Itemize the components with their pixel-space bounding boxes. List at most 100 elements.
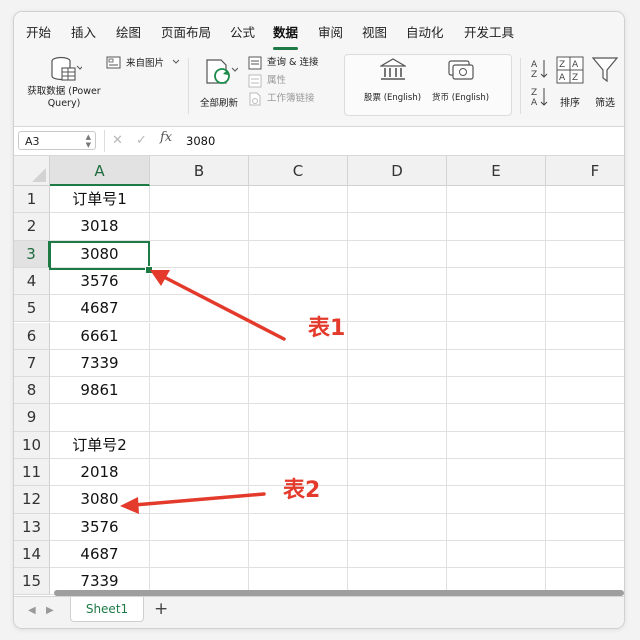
row-header[interactable]: 11 [14,459,50,487]
cell-a[interactable]: 3080 [50,240,150,268]
row-header[interactable]: 15 [14,568,50,596]
fill-handle[interactable] [145,266,153,274]
cell-empty[interactable] [150,431,249,459]
cell-a[interactable]: 4687 [50,295,150,323]
cell-empty[interactable] [546,514,624,541]
cancel-icon[interactable]: ✕ [112,131,123,151]
row-header[interactable]: 14 [14,540,50,569]
row-header[interactable]: 8 [14,377,50,405]
cell-empty[interactable] [348,240,447,268]
cell-empty[interactable] [348,349,447,378]
cell-empty[interactable] [249,377,348,405]
row-header[interactable]: 4 [14,267,50,296]
cell-empty[interactable] [447,377,546,405]
cell-empty[interactable] [447,404,546,432]
cell-empty[interactable] [447,295,546,323]
cell-empty[interactable] [447,213,546,241]
cell-empty[interactable] [150,459,249,487]
cell-empty[interactable] [150,349,249,378]
cell-empty[interactable] [150,295,249,323]
cell-a[interactable]: 6661 [50,322,150,350]
column-header-d[interactable]: D [348,156,447,186]
cell-empty[interactable] [150,213,249,241]
cell-empty[interactable] [249,240,348,268]
cell-empty[interactable] [546,295,624,323]
cell-empty[interactable] [546,350,624,378]
cell-empty[interactable] [447,349,546,378]
cell-empty[interactable] [348,486,447,514]
cell-a[interactable]: 2018 [50,459,150,487]
cell-empty[interactable] [150,267,249,296]
tab-insert[interactable]: 插入 [71,22,96,44]
column-header-c[interactable]: C [249,156,348,186]
confirm-icon[interactable]: ✓ [136,131,147,151]
cell-a[interactable] [50,404,150,432]
cell-empty[interactable] [348,213,447,241]
tab-developer[interactable]: 开发工具 [464,22,514,44]
cell-empty[interactable] [447,240,546,268]
row-header[interactable]: 5 [14,295,50,323]
cell-empty[interactable] [348,513,447,541]
cell-empty[interactable] [546,323,624,350]
cell-empty[interactable] [249,267,348,296]
cell-empty[interactable] [150,186,249,214]
prev-sheet-icon[interactable]: ◀ [28,605,36,616]
row-header[interactable]: 9 [14,404,50,432]
cell-empty[interactable] [150,322,249,350]
cell-empty[interactable] [546,459,624,487]
name-box[interactable]: A3 ▲ ▼ [18,131,96,150]
cell-empty[interactable] [447,540,546,569]
next-sheet-icon[interactable]: ▶ [46,605,54,616]
cell-empty[interactable] [546,432,624,459]
row-header[interactable]: 13 [14,513,50,541]
cell-a[interactable]: 订单号2 [50,431,150,459]
column-header-e[interactable]: E [447,156,546,186]
cell-empty[interactable] [249,213,348,241]
cell-empty[interactable] [546,268,624,296]
cell-empty[interactable] [150,404,249,432]
tab-review[interactable]: 审阅 [318,22,343,44]
cell-empty[interactable] [447,186,546,214]
cell-empty[interactable] [447,459,546,487]
cell-empty[interactable] [348,540,447,569]
tab-view[interactable]: 视图 [362,22,387,44]
cell-empty[interactable] [348,404,447,432]
row-header[interactable]: 3 [14,240,50,268]
cell-empty[interactable] [546,404,624,432]
cell-empty[interactable] [150,513,249,541]
row-header[interactable]: 6 [14,322,50,350]
cell-empty[interactable] [546,186,624,214]
add-sheet-button[interactable]: + [154,599,168,619]
row-header[interactable]: 2 [14,213,50,241]
cell-empty[interactable] [447,431,546,459]
cell-a[interactable]: 7339 [50,349,150,378]
cell-empty[interactable] [348,431,447,459]
cell-empty[interactable] [348,295,447,323]
formula-input[interactable]: 3080 [186,131,215,151]
cell-a[interactable]: 3576 [50,267,150,296]
cell-a[interactable]: 订单号1 [50,186,150,214]
cell-empty[interactable] [249,349,348,378]
tab-page-layout[interactable]: 页面布局 [161,22,211,44]
tab-draw[interactable]: 绘图 [116,22,141,44]
cell-empty[interactable] [447,513,546,541]
cell-empty[interactable] [249,540,348,569]
cell-empty[interactable] [348,267,447,296]
tab-home[interactable]: 开始 [26,22,51,44]
cell-a[interactable]: 4687 [50,540,150,569]
cell-a[interactable]: 3576 [50,513,150,541]
row-header[interactable]: 7 [14,349,50,378]
cell-empty[interactable] [546,241,624,268]
cell-empty[interactable] [249,404,348,432]
column-header-a[interactable]: A [50,156,150,186]
cell-empty[interactable] [249,431,348,459]
cell-empty[interactable] [348,459,447,487]
cell-empty[interactable] [546,486,624,514]
sheet-tab-sheet1[interactable]: Sheet1 [70,597,144,622]
cell-empty[interactable] [150,486,249,514]
cell-empty[interactable] [150,240,249,268]
row-header[interactable]: 10 [14,431,50,459]
cell-empty[interactable] [447,267,546,296]
column-header-b[interactable]: B [150,156,249,186]
cell-empty[interactable] [447,322,546,350]
